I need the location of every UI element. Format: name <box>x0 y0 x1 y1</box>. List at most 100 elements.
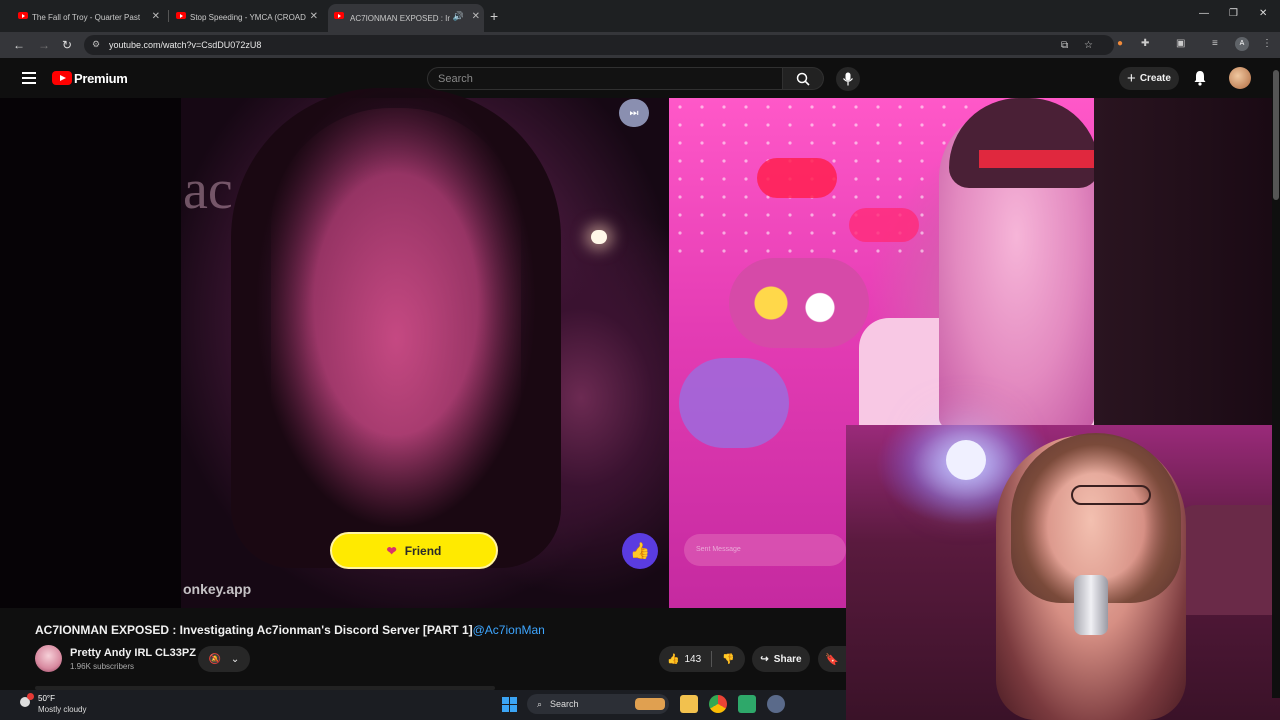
like-dislike-group: 👍 143 👎 <box>659 646 745 672</box>
penguin-plush <box>679 358 789 448</box>
bookmark-star-icon[interactable]: ☆ <box>1084 40 1093 51</box>
file-explorer-icon[interactable] <box>680 695 698 713</box>
dislike-button[interactable]: 👎 <box>712 654 734 665</box>
skip-button: ⏭ <box>619 99 649 127</box>
save-bookmark-icon[interactable]: 🔖 <box>818 646 846 672</box>
scrollbar-thumb[interactable] <box>1273 70 1279 200</box>
windows-start-icon[interactable] <box>502 697 517 712</box>
lips-decor <box>757 158 837 198</box>
bell-off-icon: 🔕 <box>208 653 222 665</box>
like-button[interactable]: 👍 143 <box>659 651 713 667</box>
address-bar[interactable]: ⚙ youtube.com/watch?v=CsdDU072zU8 ⧉ ☆ <box>84 35 1114 55</box>
install-app-icon[interactable]: ⧉ <box>1061 40 1068 51</box>
thumbs-up-overlay-icon: 👍 <box>622 533 658 569</box>
url-text: youtube.com/watch?v=CsdDU072zU8 <box>109 40 262 50</box>
extension-icon[interactable]: ● <box>1117 38 1123 49</box>
forward-arrow-icon[interactable]: → <box>38 38 50 52</box>
notifications-bell-icon[interactable] <box>1193 70 1207 91</box>
youtube-favicon-icon <box>18 12 28 19</box>
microphone-icon <box>843 72 853 86</box>
friend-label: Friend <box>404 543 442 558</box>
background-sign: ac <box>183 159 233 221</box>
like-count: 143 <box>684 653 702 665</box>
weather-condition[interactable]: Mostly cloudy <box>38 705 86 714</box>
subscriber-count: 1.96K subscribers <box>70 662 135 671</box>
chrome-icon[interactable] <box>709 695 727 713</box>
voice-search-button[interactable] <box>836 67 860 91</box>
lamp-light <box>946 440 986 480</box>
share-arrow-icon: ↪ <box>760 653 769 665</box>
browser-tab[interactable]: The Fall of Troy - Quarter Past ✕ <box>16 6 164 28</box>
search-highlight-icon <box>635 698 665 710</box>
create-label: Create <box>1139 73 1171 84</box>
browser-tab[interactable]: Stop Speeding - YMCA (CROAD ✕ <box>174 6 322 28</box>
headband <box>979 150 1094 168</box>
close-window-icon[interactable]: ✕ <box>1259 8 1267 19</box>
plus-icon: + <box>1127 70 1136 87</box>
youtube-favicon-icon <box>176 12 186 19</box>
menu-kebab-icon[interactable]: ⋮ <box>1262 38 1272 49</box>
tab-divider <box>168 10 169 22</box>
weather-temperature[interactable]: 50°F <box>38 694 55 703</box>
back-arrow-icon[interactable]: ← <box>13 38 25 52</box>
thumbs-down-icon: 👎 <box>722 653 735 665</box>
subscribed-button[interactable]: 🔕 ⌄ <box>198 646 250 672</box>
profile-avatar[interactable]: A <box>1235 37 1249 51</box>
video-side-area <box>1094 98 1272 425</box>
hamburger-menu-icon[interactable] <box>22 72 36 87</box>
youtube-header: Premium Search + Create <box>0 58 1280 98</box>
minimize-icon[interactable]: — <box>1199 8 1209 19</box>
webcam-overlay <box>846 425 1280 720</box>
tab-title: The Fall of Troy - Quarter Past <box>32 12 141 22</box>
left-person-hair <box>231 88 561 568</box>
youtube-logo-icon[interactable] <box>52 71 72 85</box>
close-tab-icon[interactable]: ✕ <box>152 11 160 22</box>
close-tab-icon[interactable]: ✕ <box>472 11 480 22</box>
premium-wordmark[interactable]: Premium <box>74 71 128 86</box>
taskbar-search[interactable]: ⌕ Search <box>527 694 669 714</box>
new-tab-icon[interactable]: + <box>490 8 498 24</box>
search-icon <box>796 72 810 86</box>
search-button[interactable] <box>783 67 824 90</box>
tab-title: AC7IONMAN EXPOSED : Inv <box>350 13 450 23</box>
account-avatar[interactable] <box>1229 67 1251 89</box>
share-label: Share <box>773 653 802 665</box>
speaker-icon[interactable]: 🔊 <box>453 11 464 22</box>
channel-name[interactable]: Pretty Andy IRL CL33PZ <box>70 647 196 659</box>
streamer-glasses <box>1071 485 1151 505</box>
channel-avatar[interactable] <box>35 645 62 672</box>
reload-icon[interactable]: ↻ <box>62 38 72 52</box>
media-control-icon[interactable]: ≡ <box>1212 38 1218 49</box>
heart-icon: ❤ <box>386 543 397 558</box>
search-input[interactable]: Search <box>427 67 783 90</box>
extensions-puzzle-icon[interactable]: ✚ <box>1141 38 1149 49</box>
close-tab-icon[interactable]: ✕ <box>310 11 318 22</box>
background-shelf <box>1176 505 1280 615</box>
right-person-hair <box>949 98 1099 188</box>
video-title-text: AC7IONMAN EXPOSED : Investigating Ac7ion… <box>35 623 473 637</box>
plush-toys <box>729 258 869 348</box>
street-light <box>591 230 607 244</box>
tab-title: Stop Speeding - YMCA (CROAD <box>190 12 306 22</box>
title-mention-link[interactable]: @Ac7ionMan <box>473 623 545 637</box>
site-info-icon[interactable]: ⚙ <box>92 39 100 50</box>
side-panel-icon[interactable]: ▣ <box>1176 38 1185 49</box>
chevron-down-icon: ⌄ <box>230 653 240 665</box>
app-watermark: onkey.app <box>183 581 252 597</box>
browser-tab-active[interactable]: AC7IONMAN EXPOSED : Inv 🔊 ✕ <box>328 4 484 32</box>
share-button[interactable]: ↪ Share <box>752 646 810 672</box>
create-button[interactable]: + Create <box>1119 67 1179 90</box>
youtube-favicon-icon <box>334 12 344 19</box>
thumbs-up-icon: 👍 <box>667 653 680 665</box>
lips-decor <box>849 208 919 242</box>
browser-toolbar: ← → ↻ ⚙ youtube.com/watch?v=CsdDU072zU8 … <box>0 32 1280 58</box>
drink-can <box>1074 575 1108 635</box>
video-title: AC7IONMAN EXPOSED : Investigating Ac7ion… <box>35 623 545 637</box>
settings-gear-icon[interactable] <box>767 695 785 713</box>
search-icon: ⌕ <box>537 698 543 709</box>
sent-message-bubble: Sent Message <box>684 534 846 566</box>
friend-button: ❤ Friend <box>330 532 498 569</box>
restore-icon[interactable]: ❐ <box>1229 8 1238 19</box>
taskbar-search-label: Search <box>550 699 579 709</box>
app-icon[interactable] <box>738 695 756 713</box>
